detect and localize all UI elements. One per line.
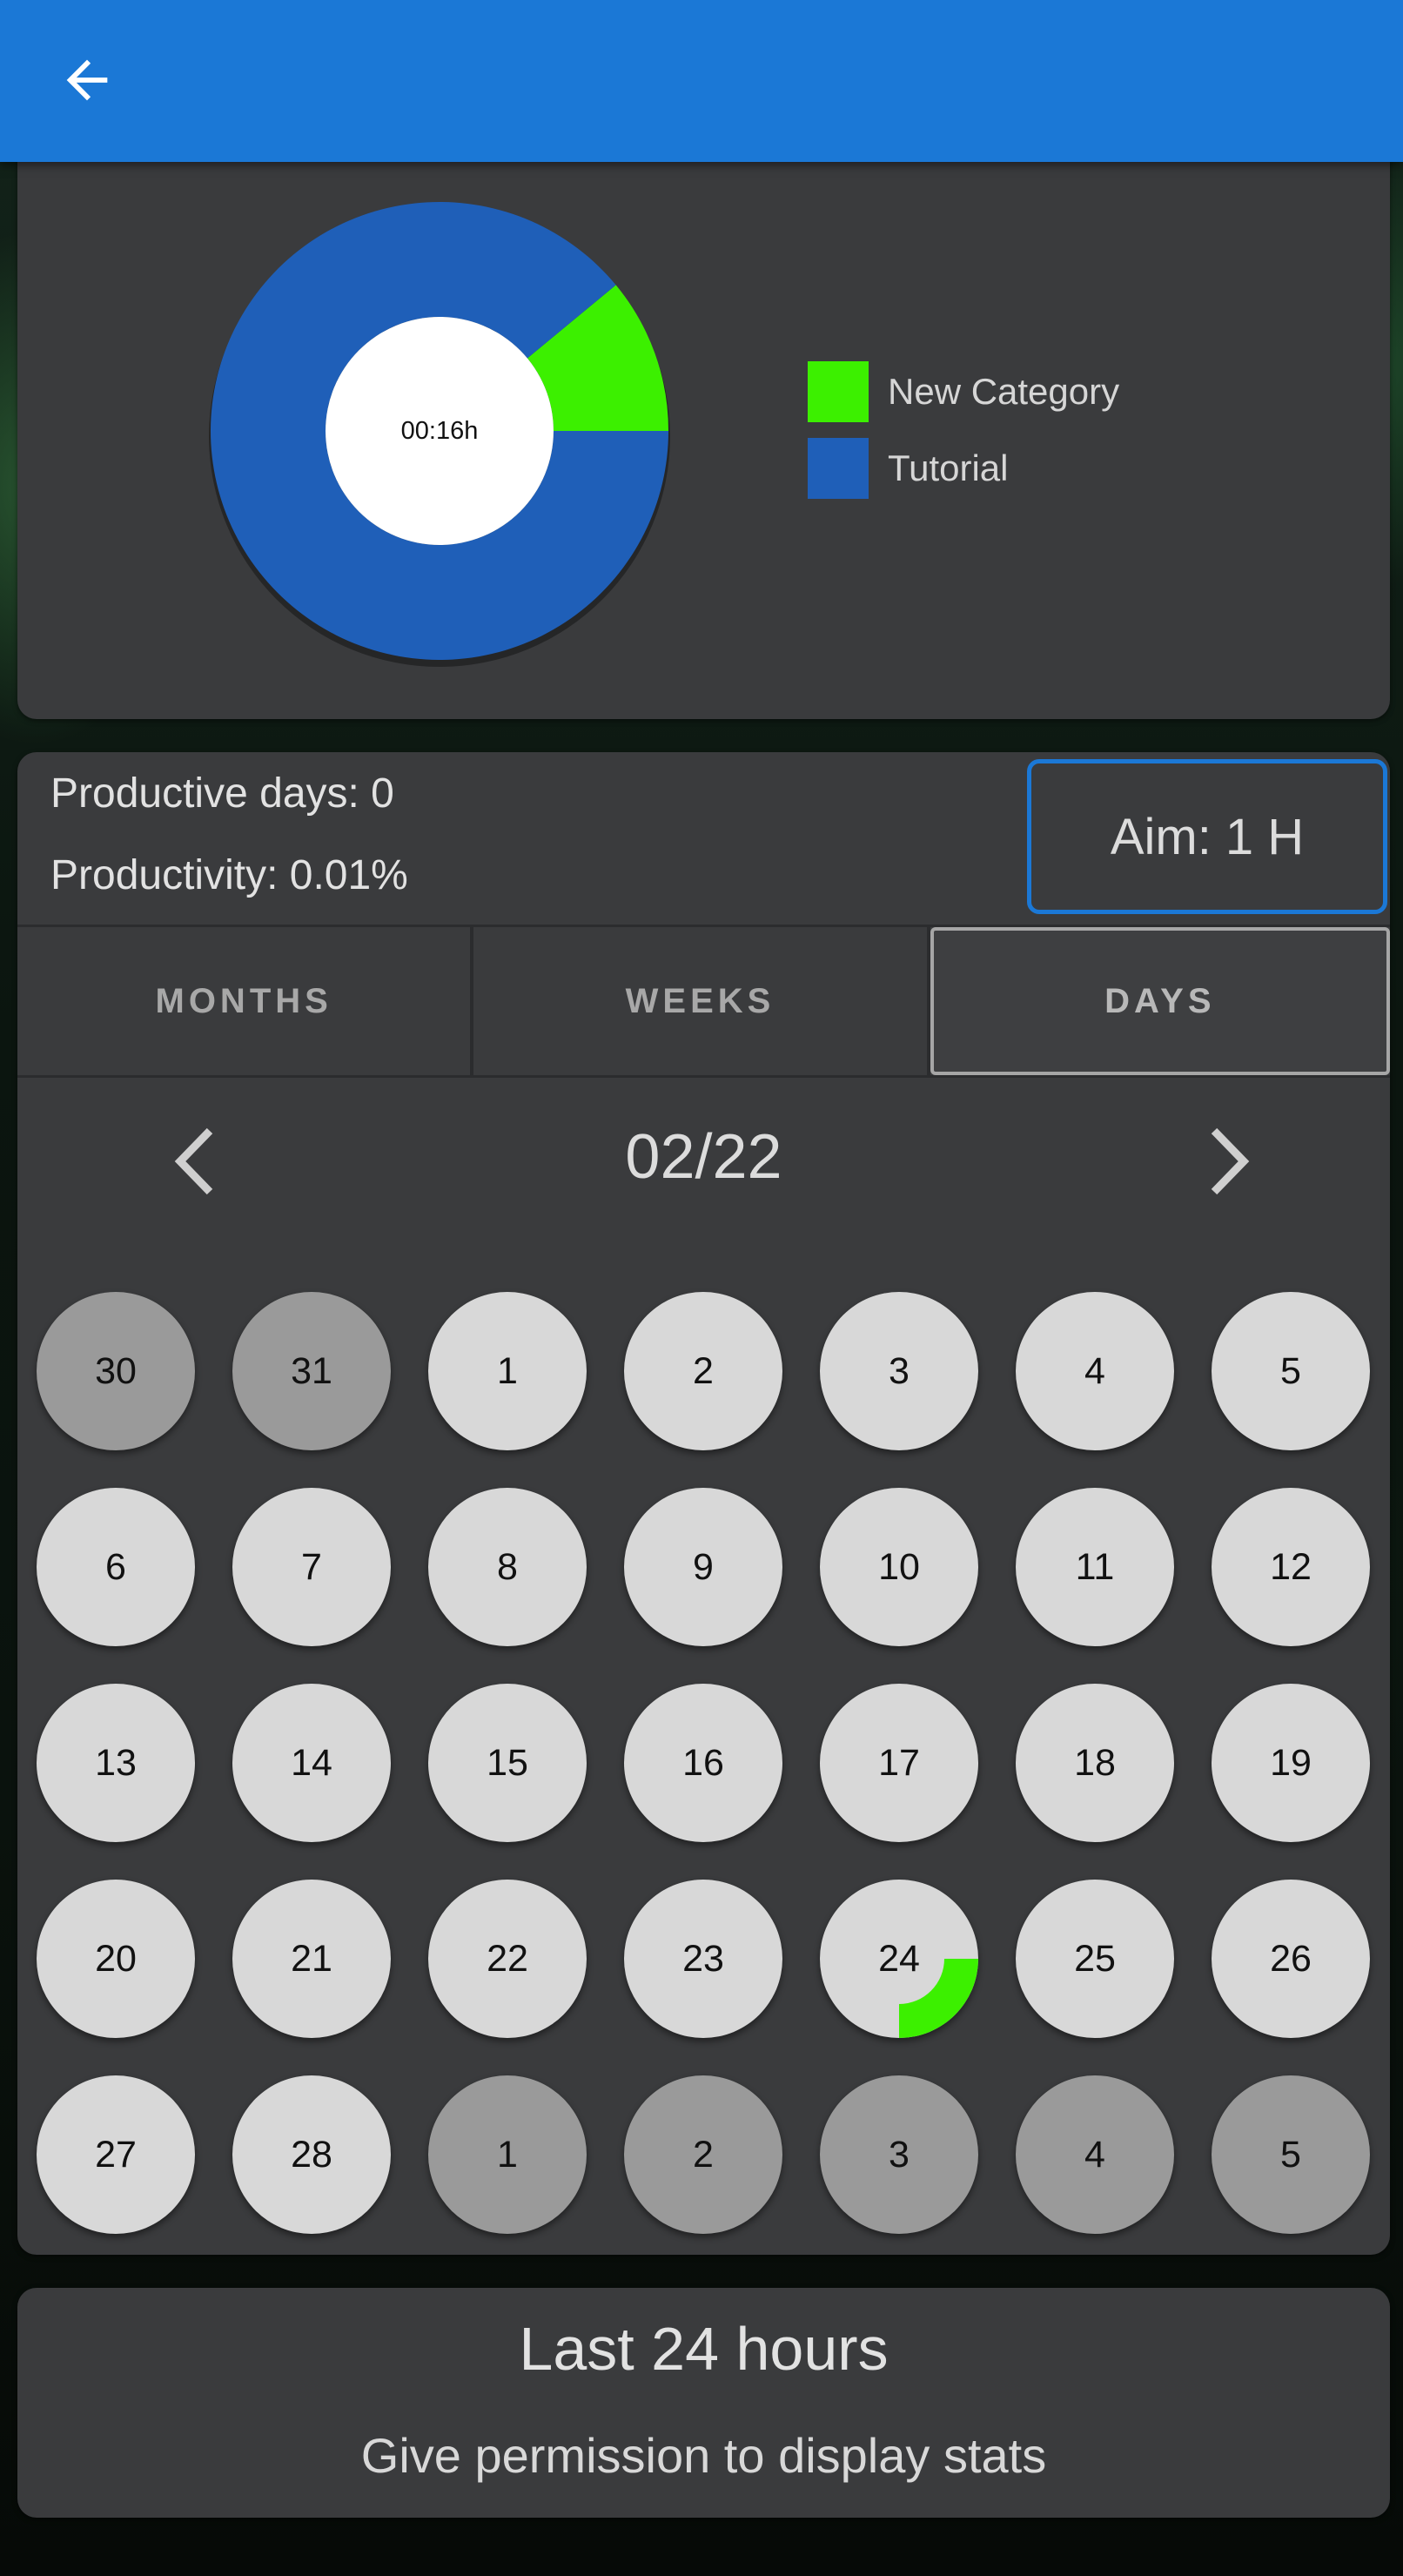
calendar-day-label: 7	[301, 1545, 322, 1588]
calendar-day-label: 9	[693, 1545, 714, 1588]
calendar-card: Productive days: 0 Productivity: 0.01% A…	[17, 752, 1390, 2255]
chart-legend: New Category Tutorial	[808, 361, 1119, 515]
calendar-day[interactable]: 20	[37, 1880, 195, 2038]
calendar-day[interactable]: 22	[428, 1880, 587, 2038]
calendar-day[interactable]: 28	[232, 2075, 391, 2234]
calendar-day[interactable]: 12	[1212, 1488, 1370, 1646]
calendar-day-label: 28	[291, 2133, 332, 2176]
calendar-day-label: 1	[497, 2133, 518, 2176]
calendar-day[interactable]: 21	[232, 1880, 391, 2038]
calendar-day[interactable]: 10	[820, 1488, 978, 1646]
calendar-day[interactable]: 4	[1016, 1292, 1174, 1450]
calendar-day-label: 8	[497, 1545, 518, 1588]
calendar-day[interactable]: 5	[1212, 2075, 1370, 2234]
category-chart-card: 00:16h New Category Tutorial	[17, 139, 1390, 719]
calendar-day-label: 22	[487, 1937, 528, 1980]
arrow-left-icon	[66, 59, 108, 101]
calendar-day-label: 10	[878, 1545, 920, 1588]
calendar-day[interactable]: 16	[624, 1684, 782, 1842]
next-month-button[interactable]	[1184, 1118, 1271, 1205]
chevron-right-icon	[1211, 1127, 1250, 1195]
calendar-day-label: 5	[1280, 1349, 1301, 1392]
calendar-day[interactable]: 2	[624, 2075, 782, 2234]
legend-item: Tutorial	[808, 438, 1119, 499]
calendar-day-label: 5	[1280, 2133, 1301, 2176]
calendar-day-label: 2	[693, 2133, 714, 2176]
productivity-text: Productivity: 0.01%	[50, 852, 408, 898]
calendar-day[interactable]: 26	[1212, 1880, 1370, 2038]
calendar-day[interactable]: 2	[624, 1292, 782, 1450]
calendar-day-label: 1	[497, 1349, 518, 1392]
legend-item: New Category	[808, 361, 1119, 422]
calendar-day-label: 26	[1270, 1937, 1312, 1980]
calendar-day-label: 23	[682, 1937, 724, 1980]
calendar-day[interactable]: 5	[1212, 1292, 1370, 1450]
calendar-day[interactable]: 7	[232, 1488, 391, 1646]
calendar-day-label: 24	[878, 1937, 920, 1980]
calendar-day-label: 27	[95, 2133, 137, 2176]
calendar-day-label: 14	[291, 1741, 332, 1784]
last-24-hours-card: Last 24 hours Give permission to display…	[17, 2288, 1390, 2518]
calendar-day[interactable]: 31	[232, 1292, 391, 1450]
calendar-day-label: 11	[1075, 1545, 1115, 1588]
tab-months[interactable]: MONTHS	[17, 927, 474, 1075]
back-button[interactable]	[40, 38, 134, 122]
legend-swatch	[808, 438, 869, 499]
productive-days-text: Productive days: 0	[50, 770, 394, 817]
tab-days[interactable]: DAYS	[930, 927, 1390, 1075]
calendar-day-label: 17	[878, 1741, 920, 1784]
calendar-day[interactable]: 17	[820, 1684, 978, 1842]
chart-center-label: 00:16h	[400, 416, 479, 445]
calendar-day[interactable]: 9	[624, 1488, 782, 1646]
calendar-day[interactable]: 6	[37, 1488, 195, 1646]
calendar-day[interactable]: 3	[820, 2075, 978, 2234]
calendar-day-label: 25	[1074, 1937, 1116, 1980]
donut-chart: 00:16h	[191, 183, 688, 679]
calendar-day[interactable]: 1	[428, 1292, 587, 1450]
calendar-day-label: 2	[693, 1349, 714, 1392]
legend-swatch	[808, 361, 869, 422]
calendar-day-label: 30	[95, 1349, 137, 1392]
calendar-day[interactable]: 23	[624, 1880, 782, 2038]
calendar-day[interactable]: 25	[1016, 1880, 1174, 2038]
calendar-day[interactable]: 1	[428, 2075, 587, 2234]
calendar-day-label: 31	[291, 1349, 332, 1392]
legend-label: Tutorial	[888, 447, 1009, 488]
calendar-day-label: 15	[487, 1741, 528, 1784]
calendar-day-label: 21	[291, 1937, 332, 1980]
calendar-day[interactable]: 4	[1016, 2075, 1174, 2234]
calendar-day[interactable]: 11	[1016, 1488, 1174, 1646]
last-24-hours-title: Last 24 hours	[519, 2315, 889, 2383]
tab-weeks[interactable]: WEEKS	[473, 927, 930, 1075]
calendar-day-label: 19	[1270, 1741, 1312, 1784]
calendar-day[interactable]: 8	[428, 1488, 587, 1646]
calendar-day[interactable]: 18	[1016, 1684, 1174, 1842]
calendar-day[interactable]: 24	[820, 1880, 978, 2038]
calendar-day-label: 18	[1074, 1741, 1116, 1784]
calendar-day-label: 4	[1084, 2133, 1105, 2176]
calendar-day[interactable]: 3	[820, 1292, 978, 1450]
calendar-day-label: 12	[1270, 1545, 1312, 1588]
calendar-day-label: 20	[95, 1937, 137, 1980]
calendar-day-label: 4	[1084, 1349, 1105, 1392]
calendar-day[interactable]: 30	[37, 1292, 195, 1450]
previous-month-button[interactable]	[153, 1118, 240, 1205]
aim-button[interactable]: Aim: 1 H	[1027, 759, 1387, 914]
calendar-day-label: 13	[95, 1741, 137, 1784]
calendar-day-label: 3	[889, 1349, 910, 1392]
chevron-left-icon	[174, 1127, 213, 1195]
calendar-day[interactable]: 27	[37, 2075, 195, 2234]
permission-prompt[interactable]: Give permission to display stats	[17, 2427, 1390, 2484]
calendar-day[interactable]: 15	[428, 1684, 587, 1842]
calendar-day[interactable]: 13	[37, 1684, 195, 1842]
month-navigation: 02/22	[17, 1100, 1390, 1214]
period-tabs: MONTHS WEEKS DAYS	[17, 925, 1390, 1078]
legend-label: New Category	[888, 371, 1120, 412]
calendar-day[interactable]: 19	[1212, 1684, 1370, 1842]
calendar-day-label: 3	[889, 2133, 910, 2176]
calendar-day-label: 6	[105, 1545, 126, 1588]
calendar-day-label: 16	[682, 1741, 724, 1784]
app-bar	[0, 0, 1403, 162]
calendar-day[interactable]: 14	[232, 1684, 391, 1842]
